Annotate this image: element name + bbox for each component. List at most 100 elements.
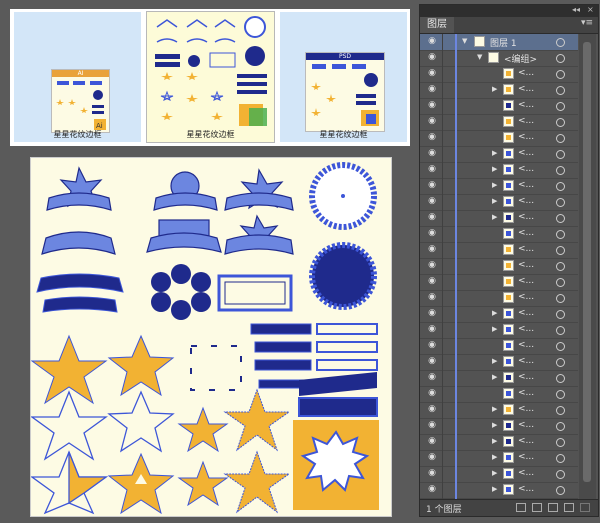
visibility-eye-icon[interactable]: ◉ (425, 276, 439, 287)
lock-column[interactable] (442, 178, 443, 194)
sublayer-row[interactable]: ◉ ▶ <... (420, 322, 578, 339)
visibility-eye-icon[interactable]: ◉ (425, 244, 439, 255)
lock-column[interactable] (442, 210, 443, 226)
sublayer-row[interactable]: ◉ ▶ <... (420, 402, 578, 419)
target-circle-icon[interactable] (556, 102, 565, 111)
new-layer-icon[interactable] (564, 503, 574, 512)
sublayer-row[interactable]: ◉ ▶ <... (420, 82, 578, 99)
visibility-eye-icon[interactable]: ◉ (425, 196, 439, 207)
scrollbar[interactable] (579, 34, 596, 499)
sublayer-row[interactable]: ◉ ▶ <... (420, 162, 578, 179)
target-circle-icon[interactable] (556, 214, 565, 223)
lock-column[interactable] (442, 194, 443, 210)
sublayer-row[interactable]: ◉ <... (420, 274, 578, 291)
lock-column[interactable] (442, 114, 443, 130)
target-circle-icon[interactable] (556, 262, 565, 271)
lock-column[interactable] (442, 370, 443, 386)
target-circle-icon[interactable] (556, 86, 565, 95)
target-circle-icon[interactable] (556, 166, 565, 175)
visibility-eye-icon[interactable]: ◉ (425, 116, 439, 127)
expand-arrow-icon[interactable]: ▶ (492, 357, 497, 365)
lock-column[interactable] (442, 50, 443, 66)
expand-arrow-icon[interactable]: ▶ (492, 165, 497, 173)
lock-column[interactable] (442, 290, 443, 306)
sublayer-row[interactable]: ◉ ▶ <... (420, 306, 578, 323)
lock-column[interactable] (442, 306, 443, 322)
expand-arrow-icon[interactable]: ▶ (492, 149, 497, 157)
target-circle-icon[interactable] (556, 390, 565, 399)
sublayer-row[interactable]: ◉ ▶ <... (420, 194, 578, 211)
expand-arrow-icon[interactable]: ▶ (492, 437, 497, 445)
visibility-eye-icon[interactable]: ◉ (425, 68, 439, 79)
lock-column[interactable] (442, 98, 443, 114)
visibility-eye-icon[interactable]: ◉ (425, 484, 439, 495)
target-circle-icon[interactable] (556, 134, 565, 143)
visibility-eye-icon[interactable]: ◉ (425, 148, 439, 159)
expand-arrow-icon[interactable]: ▶ (492, 485, 497, 493)
target-circle-icon[interactable] (556, 38, 565, 47)
lock-column[interactable] (442, 34, 443, 50)
lock-column[interactable] (442, 66, 443, 82)
target-circle-icon[interactable] (556, 278, 565, 287)
sublayer-row[interactable]: ◉ ▶ <... (420, 418, 578, 435)
target-circle-icon[interactable] (556, 182, 565, 191)
lock-column[interactable] (442, 274, 443, 290)
target-circle-icon[interactable] (556, 358, 565, 367)
lock-column[interactable] (442, 82, 443, 98)
target-circle-icon[interactable] (556, 70, 565, 79)
visibility-eye-icon[interactable]: ◉ (425, 452, 439, 463)
expand-arrow-icon[interactable]: ▶ (492, 405, 497, 413)
lock-column[interactable] (442, 338, 443, 354)
close-icon[interactable]: × (587, 5, 594, 14)
lock-column[interactable] (442, 130, 443, 146)
thumbnail-vector[interactable]: 星星花纹边框 (146, 11, 275, 143)
sublayer-row[interactable]: ◉ ▶ <... (420, 146, 578, 163)
collapse-icon[interactable]: ◂◂ (572, 5, 580, 14)
visibility-eye-icon[interactable]: ◉ (425, 308, 439, 319)
expand-arrow-icon[interactable]: ▶ (492, 469, 497, 477)
target-circle-icon[interactable] (556, 118, 565, 127)
target-circle-icon[interactable] (556, 342, 565, 351)
target-circle-icon[interactable] (556, 198, 565, 207)
expand-arrow-icon[interactable]: ▶ (492, 213, 497, 221)
visibility-eye-icon[interactable]: ◉ (425, 180, 439, 191)
sublayer-row[interactable]: ◉ <... (420, 130, 578, 147)
target-circle-icon[interactable] (556, 54, 565, 63)
visibility-eye-icon[interactable]: ◉ (425, 228, 439, 239)
new-sublayer-icon[interactable] (548, 503, 558, 512)
delete-icon[interactable] (580, 503, 590, 512)
target-circle-icon[interactable] (556, 438, 565, 447)
scrollbar-thumb[interactable] (583, 42, 591, 482)
target-circle-icon[interactable] (556, 294, 565, 303)
sublayer-row[interactable]: ◉ ▶ <... (420, 210, 578, 227)
expand-arrow-icon[interactable]: ▶ (492, 309, 497, 317)
lock-column[interactable] (442, 434, 443, 450)
target-circle-icon[interactable] (556, 422, 565, 431)
sublayer-row[interactable]: ◉ ▶ <... (420, 434, 578, 451)
lock-column[interactable] (442, 386, 443, 402)
sublayer-row[interactable]: ◉ <... (420, 258, 578, 275)
visibility-eye-icon[interactable]: ◉ (425, 340, 439, 351)
locate-object-icon[interactable] (516, 503, 526, 512)
target-circle-icon[interactable] (556, 326, 565, 335)
expand-arrow-icon[interactable]: ▶ (492, 373, 497, 381)
target-circle-icon[interactable] (556, 486, 565, 495)
expand-arrow-icon[interactable]: ▶ (492, 197, 497, 205)
visibility-eye-icon[interactable]: ◉ (425, 292, 439, 303)
visibility-eye-icon[interactable]: ◉ (425, 404, 439, 415)
target-circle-icon[interactable] (556, 470, 565, 479)
lock-column[interactable] (442, 450, 443, 466)
target-circle-icon[interactable] (556, 406, 565, 415)
expand-arrow-icon[interactable]: ▶ (492, 325, 497, 333)
visibility-eye-icon[interactable]: ◉ (425, 100, 439, 111)
sublayer-row[interactable]: ◉ ▶ <... (420, 482, 578, 499)
target-circle-icon[interactable] (556, 310, 565, 319)
visibility-eye-icon[interactable]: ◉ (425, 388, 439, 399)
thumbnail-ai[interactable]: AI Ai 星星花纹边框 (14, 12, 141, 142)
lock-column[interactable] (442, 146, 443, 162)
sublayer-row[interactable]: ◉ ▶ <... (420, 370, 578, 387)
visibility-eye-icon[interactable]: ◉ (425, 36, 439, 47)
lock-column[interactable] (442, 226, 443, 242)
lock-column[interactable] (442, 258, 443, 274)
visibility-eye-icon[interactable]: ◉ (425, 132, 439, 143)
